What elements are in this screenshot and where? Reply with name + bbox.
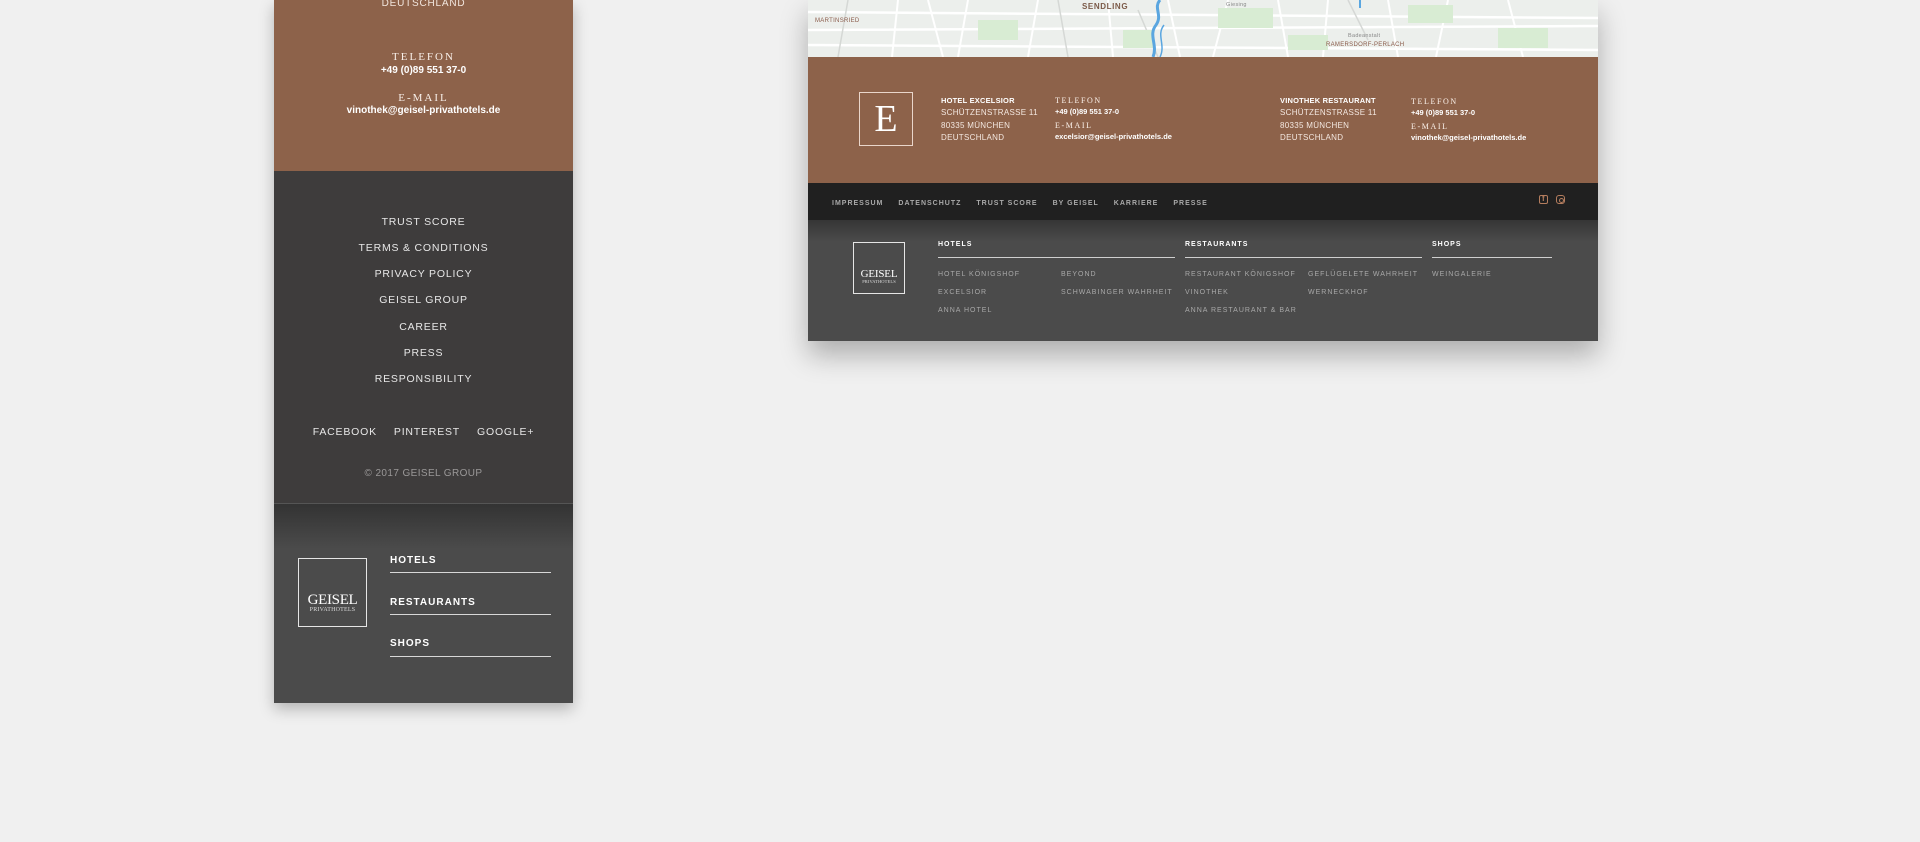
desktop-contact-section: E HOTEL EXCELSIOR SCHÜTZENSTRASSE 11 803… (808, 57, 1598, 183)
group-heading-shops[interactable]: SHOPS (1432, 241, 1462, 248)
legal-nav-bar: IMPRESSUM DATENSCHUTZ TRUST SCORE BY GEI… (808, 183, 1598, 220)
address-line: SCHÜTZENSTRASSE 11 (941, 108, 1038, 117)
email-link[interactable]: vinothek@geisel-privathotels.de (274, 105, 573, 116)
logo-wordmark: GEISEL (860, 268, 898, 280)
category-restaurants[interactable]: RESTAURANTS (390, 597, 550, 608)
footer-link-terms[interactable]: TERMS & CONDITIONS (274, 242, 573, 254)
desktop-group-nav: GEISEL PRIVATHOTELS HOTELS HOTEL KÖNIGSH… (808, 220, 1598, 341)
facebook-icon[interactable] (1539, 194, 1548, 204)
hotel-phone-link[interactable]: +49 (0)89 551 37-0 (1055, 107, 1119, 116)
restaurant-link-anna[interactable]: ANNA RESTAURANT & BAR (1185, 307, 1297, 314)
nav-link-by-geisel[interactable]: BY GEISEL (1053, 200, 1099, 207)
divider (390, 656, 551, 657)
group-heading-hotels[interactable]: HOTELS (938, 241, 972, 248)
legal-nav: IMPRESSUM DATENSCHUTZ TRUST SCORE BY GEI… (832, 200, 1208, 207)
footer-link-privacy[interactable]: PRIVACY POLICY (274, 268, 573, 280)
mobile-links-section: TRUST SCORE TERMS & CONDITIONS PRIVACY P… (274, 171, 573, 503)
footer-link-career[interactable]: CAREER (274, 321, 573, 333)
restaurant-address: SCHÜTZENSTRASSE 11 80335 MÜNCHEN DEUTSCH… (1280, 107, 1377, 145)
map-label-giesing: Giesing (1226, 2, 1247, 8)
copyright: © 2017 GEISEL GROUP (364, 468, 483, 479)
social-link-pinterest[interactable]: PINTEREST (394, 426, 460, 438)
excelsior-monogram: E (859, 92, 913, 146)
hotel-link-anna[interactable]: ANNA HOTEL (938, 307, 992, 314)
shop-link-weingalerie[interactable]: WEINGALERIE (1432, 271, 1492, 278)
mobile-contact-section: DEUTSCHLAND TELEFON +49 (0)89 551 37-0 E… (274, 0, 573, 171)
hotel-name: HOTEL EXCELSIOR (941, 96, 1015, 105)
nav-link-presse[interactable]: PRESSE (1173, 200, 1207, 207)
hotel-phone-label: TELEFON (1055, 96, 1102, 105)
map-label-badeanstalt: Badeanstalt (1348, 33, 1381, 39)
hotel-link-excelsior[interactable]: EXCELSIOR (938, 289, 987, 296)
social-link-facebook[interactable]: FACEBOOK (313, 426, 377, 438)
category-shops[interactable]: SHOPS (390, 638, 550, 649)
address-line: DEUTSCHLAND (1280, 133, 1344, 142)
instagram-icon[interactable] (1556, 195, 1565, 204)
restaurant-phone-link[interactable]: +49 (0)89 551 37-0 (1411, 108, 1475, 117)
address-line: 80335 MÜNCHEN (1280, 120, 1350, 130)
hotel-link-beyond[interactable]: BEYOND (1061, 271, 1097, 278)
nav-link-datenschutz[interactable]: DATENSCHUTZ (898, 200, 961, 207)
phone-label: TELEFON (392, 51, 455, 63)
geisel-logo[interactable]: GEISEL PRIVATHOTELS (298, 558, 367, 627)
email-label: E-MAIL (398, 92, 449, 104)
nav-link-impressum[interactable]: IMPRESSUM (832, 200, 883, 207)
map-label-martinsried: MARTINSRIED (815, 18, 860, 24)
phone-link[interactable]: +49 (0)89 551 37-0 (274, 65, 573, 76)
geisel-logo[interactable]: GEISEL PRIVATHOTELS (853, 242, 905, 294)
map-label-sendling: SENDLING (1082, 2, 1129, 11)
divider (938, 257, 1175, 258)
hotel-email-link[interactable]: excelsior@geisel-privathotels.de (1055, 132, 1172, 141)
divider (390, 614, 551, 615)
restaurant-link-werneckhof[interactable]: WERNECKHOF (1308, 289, 1369, 296)
nav-link-trust-score[interactable]: TRUST SCORE (976, 200, 1037, 207)
restaurant-email-link[interactable]: vinothek@geisel-privathotels.de (1411, 133, 1526, 142)
address-line: SCHÜTZENSTRASSE 11 (1280, 108, 1377, 117)
contact-country: DEUTSCHLAND (381, 0, 466, 9)
group-heading-restaurants[interactable]: RESTAURANTS (1185, 241, 1248, 248)
address-line: 80335 MÜNCHEN (941, 120, 1011, 130)
map-label-ramersdorf: RAMERSDORF-PERLACH (1326, 42, 1405, 48)
divider (390, 572, 551, 573)
location-map[interactable]: MARTINSRIED SENDLING Giesing Badeanstalt… (808, 0, 1598, 57)
restaurant-phone-label: TELEFON (1411, 97, 1458, 106)
hotel-link-koenigshof[interactable]: HOTEL KÖNIGSHOF (938, 271, 1020, 278)
address-line: DEUTSCHLAND (941, 133, 1005, 142)
restaurant-link-vinothek[interactable]: VINOTHEK (1185, 289, 1229, 296)
footer-link-responsibility[interactable]: RESPONSIBILITY (274, 373, 573, 385)
category-hotels[interactable]: HOTELS (390, 555, 550, 566)
mobile-footer: DEUTSCHLAND TELEFON +49 (0)89 551 37-0 E… (274, 0, 573, 703)
restaurant-link-gefluegelte[interactable]: GEFLÜGELETE WAHRHEIT (1308, 271, 1418, 278)
restaurant-email-label: E-MAIL (1411, 122, 1449, 131)
desktop-footer: MARTINSRIED SENDLING Giesing Badeanstalt… (808, 0, 1598, 341)
logo-wordmark: GEISEL (307, 592, 358, 608)
hotel-address: SCHÜTZENSTRASSE 11 80335 MÜNCHEN DEUTSCH… (941, 107, 1038, 145)
nav-link-karriere[interactable]: KARRIERE (1114, 200, 1159, 207)
hotel-link-schwabinger[interactable]: SCHWABINGER WAHRHEIT (1061, 289, 1173, 296)
hotel-email-label: E-MAIL (1055, 121, 1093, 130)
restaurant-link-koenigshof[interactable]: RESTAURANT KÖNIGSHOF (1185, 271, 1296, 278)
mobile-group-nav: GEISEL PRIVATHOTELS HOTELS RESTAURANTS S… (274, 503, 573, 703)
footer-link-geisel-group[interactable]: GEISEL GROUP (274, 294, 573, 306)
footer-link-trust-score[interactable]: TRUST SCORE (274, 216, 573, 228)
social-link-googleplus[interactable]: GOOGLE+ (477, 426, 534, 438)
social-links: FACEBOOK PINTEREST GOOGLE+ (274, 426, 573, 438)
restaurant-name: VINOTHEK RESTAURANT (1280, 96, 1376, 105)
map-graphic (808, 0, 1598, 57)
divider (1432, 257, 1552, 258)
footer-link-press[interactable]: PRESS (274, 347, 573, 359)
divider (1185, 257, 1422, 258)
